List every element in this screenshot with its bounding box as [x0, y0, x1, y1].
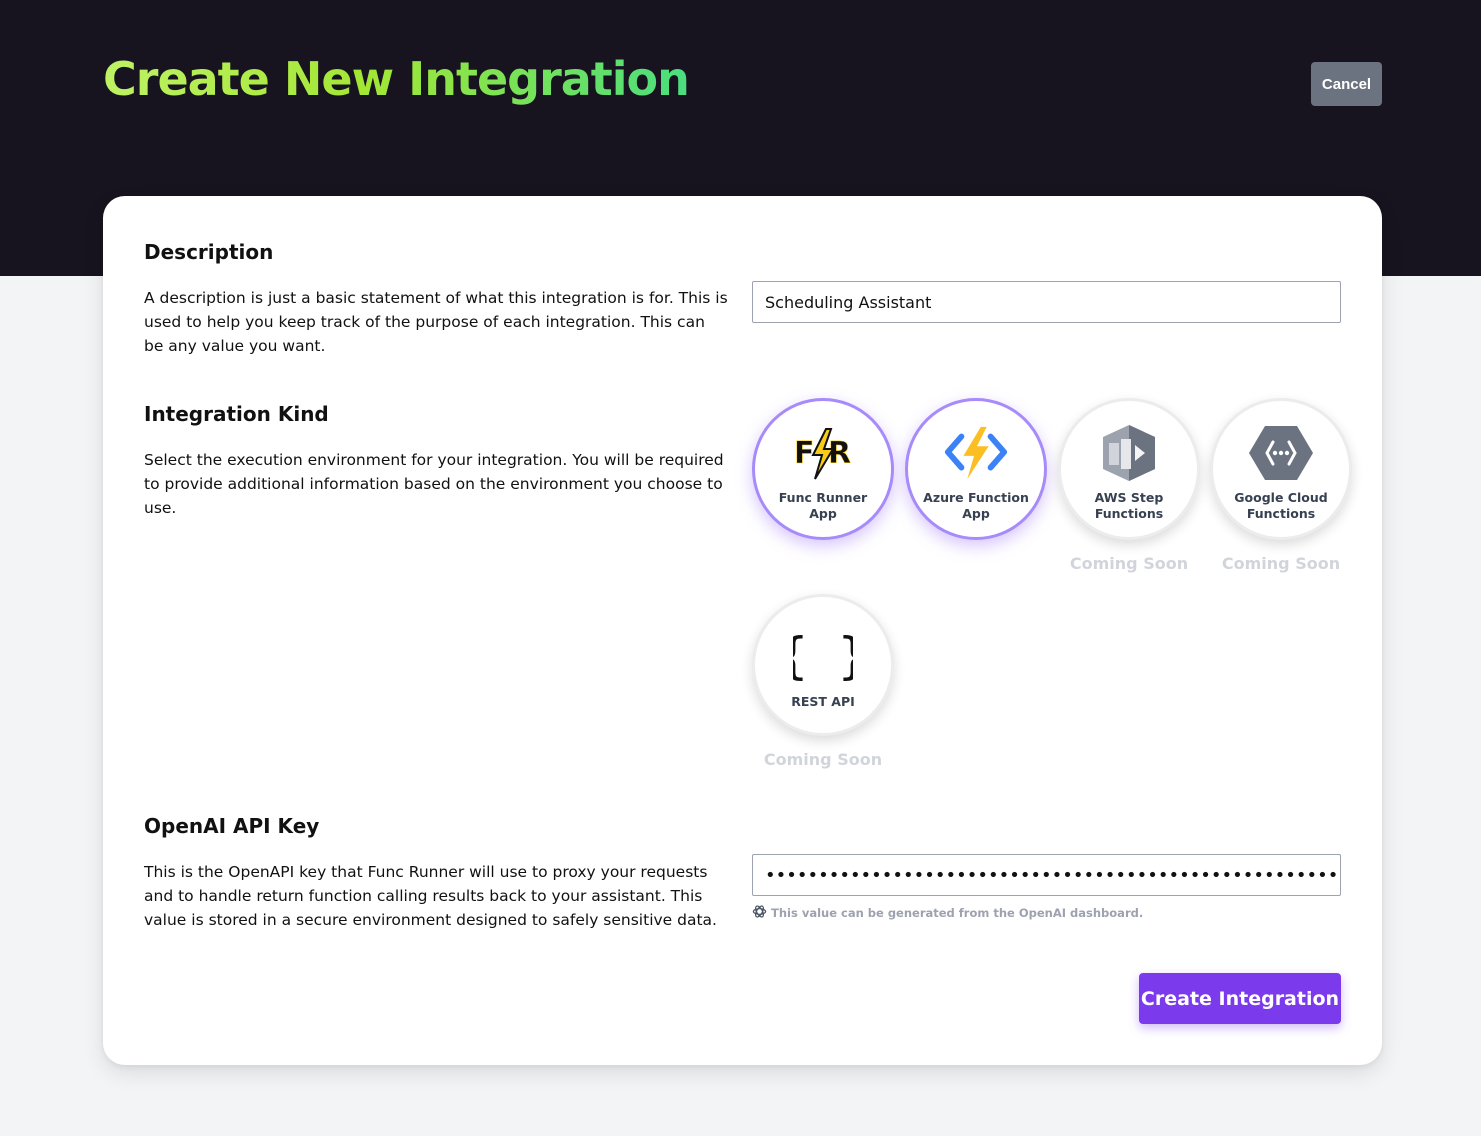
- api-key-hint: This value can be generated from the Ope…: [752, 904, 1143, 922]
- kind-label: Azure Function App: [923, 490, 1029, 521]
- coming-soon-label: Coming Soon: [1221, 554, 1341, 573]
- coming-soon-label: Coming Soon: [763, 750, 883, 769]
- create-integration-button[interactable]: Create Integration: [1139, 973, 1341, 1024]
- openai-logo-icon: [752, 904, 767, 922]
- kind-azure-function-option[interactable]: Azure Function App: [905, 398, 1047, 540]
- kind-rest-api-option[interactable]: { } REST API: [752, 594, 894, 736]
- google-cloud-functions-icon: [1249, 423, 1313, 483]
- kind-google-cloud-functions: Google Cloud Functions Coming Soon: [1210, 398, 1352, 573]
- kind-func-runner-option[interactable]: F R Func Runner App: [752, 398, 894, 540]
- api-key-input[interactable]: ••••••••••••••••••••••••••••••••••••••••…: [752, 854, 1341, 896]
- integration-form-card: Description A description is just a basi…: [103, 196, 1382, 1065]
- coming-soon-label: Coming Soon: [1069, 554, 1189, 573]
- description-help-text: A description is just a basic statement …: [144, 289, 728, 355]
- svg-text:{ }: { }: [793, 627, 853, 685]
- svg-text:F: F: [794, 436, 815, 471]
- kind-label: Func Runner App: [778, 490, 868, 521]
- svg-text:R: R: [828, 436, 851, 471]
- api-key-hint-text: This value can be generated from the Ope…: [771, 906, 1144, 920]
- kind-aws-step-functions: AWS Step Functions Coming Soon: [1058, 398, 1200, 573]
- api-key-heading: OpenAI API Key: [144, 814, 320, 838]
- curly-braces-icon: { }: [791, 623, 855, 687]
- description-input[interactable]: [752, 281, 1341, 323]
- kind-azure-function: Azure Function App: [905, 398, 1047, 540]
- func-runner-logo-icon: F R: [791, 423, 855, 483]
- kind-aws-step-functions-option[interactable]: AWS Step Functions: [1058, 398, 1200, 540]
- description-heading: Description: [144, 240, 274, 264]
- integration-kind-heading: Integration Kind: [144, 402, 329, 426]
- azure-function-icon: [944, 423, 1008, 483]
- aws-step-functions-icon: [1097, 423, 1161, 483]
- kind-label: AWS Step Functions: [1094, 490, 1164, 521]
- page-title: Create New Integration: [103, 52, 690, 106]
- kind-label: Google Cloud Functions: [1234, 490, 1328, 521]
- kind-label: REST API: [791, 694, 855, 709]
- kind-rest-api: { } REST API Coming Soon: [752, 594, 894, 769]
- kind-func-runner: F R Func Runner App: [752, 398, 894, 540]
- integration-kind-help-text: Select the execution environment for you…: [144, 451, 724, 517]
- cancel-button[interactable]: Cancel: [1311, 62, 1382, 106]
- kind-google-cloud-functions-option[interactable]: Google Cloud Functions: [1210, 398, 1352, 540]
- api-key-help-text: This is the OpenAPI key that Func Runner…: [144, 863, 717, 929]
